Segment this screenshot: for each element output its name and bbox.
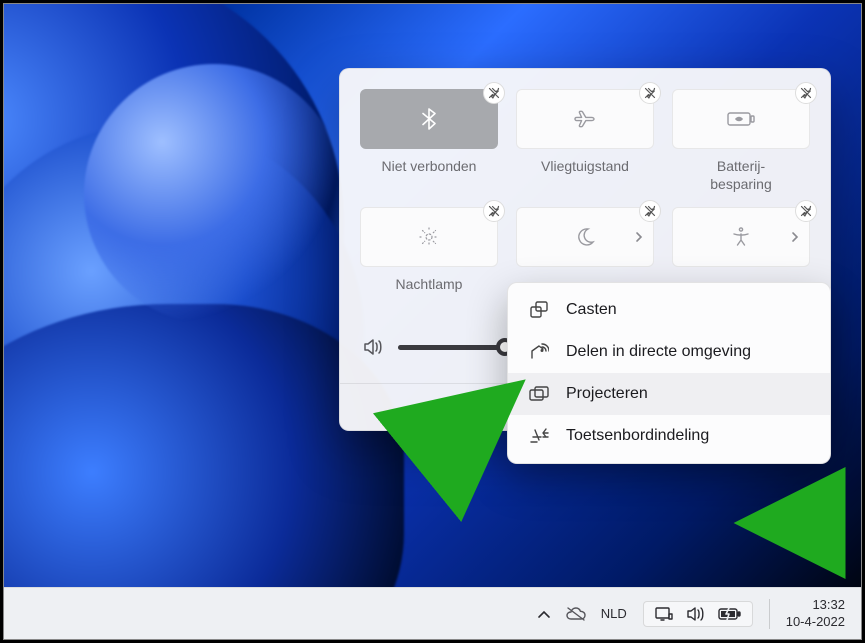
bluetooth-icon (422, 108, 436, 130)
night-light-tile[interactable] (360, 207, 498, 267)
clock-date: 10-4-2022 (786, 614, 845, 630)
menu-item-label: Casten (566, 301, 617, 319)
airplane-icon (573, 109, 597, 129)
menu-item-nearby-share[interactable]: Delen in directe omgeving (508, 331, 830, 373)
menu-item-project[interactable]: Projecteren (508, 373, 830, 415)
night-light-label: Nachtlamp (396, 275, 463, 311)
menu-item-label: Delen in directe omgeving (566, 343, 751, 361)
volume-icon[interactable] (362, 337, 384, 357)
nearby-share-icon (528, 343, 550, 361)
unpin-icon[interactable] (795, 82, 817, 104)
focus-assist-tile[interactable] (516, 207, 654, 267)
accessibility-tile[interactable] (672, 207, 810, 267)
unpin-icon[interactable] (483, 82, 505, 104)
bluetooth-tile[interactable] (360, 89, 498, 149)
language-indicator[interactable]: NLD (601, 606, 627, 621)
menu-item-keyboard-layout[interactable]: Toetsenbordindeling (508, 415, 830, 457)
bluetooth-label: Niet verbonden (382, 157, 477, 193)
focus-assist-icon (574, 226, 596, 248)
clock-time: 13:32 (786, 597, 845, 613)
cast-icon (528, 301, 550, 319)
unpin-icon[interactable] (483, 200, 505, 222)
menu-item-cast[interactable]: Casten (508, 289, 830, 331)
taskbar: NLD 13:32 10-4-2022 (4, 587, 861, 639)
check-icon (479, 400, 497, 414)
battery-tray-icon (718, 607, 742, 621)
onedrive-icon[interactable] (565, 606, 587, 622)
menu-item-label: Projecteren (566, 385, 648, 403)
keyboard-layout-icon (528, 427, 550, 445)
chevron-right-icon (791, 231, 799, 243)
clock[interactable]: 13:32 10-4-2022 (786, 597, 845, 630)
project-icon (528, 386, 550, 402)
battery-saver-tile[interactable] (672, 89, 810, 149)
airplane-tile[interactable] (516, 89, 654, 149)
accessibility-icon (730, 226, 752, 248)
unpin-icon[interactable] (639, 82, 661, 104)
system-tray[interactable] (643, 601, 753, 627)
annotation-arrow (744, 503, 854, 543)
tray-overflow-button[interactable] (537, 609, 551, 619)
battery-saver-label: Batterij- besparing (710, 157, 772, 193)
unpin-icon[interactable] (795, 200, 817, 222)
battery-saver-icon (726, 110, 756, 128)
chevron-right-icon (635, 231, 643, 243)
add-action-menu: Casten Delen in directe omgeving Project… (507, 282, 831, 464)
menu-item-label: Toetsenbordindeling (566, 427, 709, 445)
volume-tray-icon (686, 606, 706, 622)
network-icon (654, 606, 674, 622)
unpin-icon[interactable] (639, 200, 661, 222)
night-light-icon (418, 226, 440, 248)
airplane-label: Vliegtuigstand (541, 157, 629, 193)
